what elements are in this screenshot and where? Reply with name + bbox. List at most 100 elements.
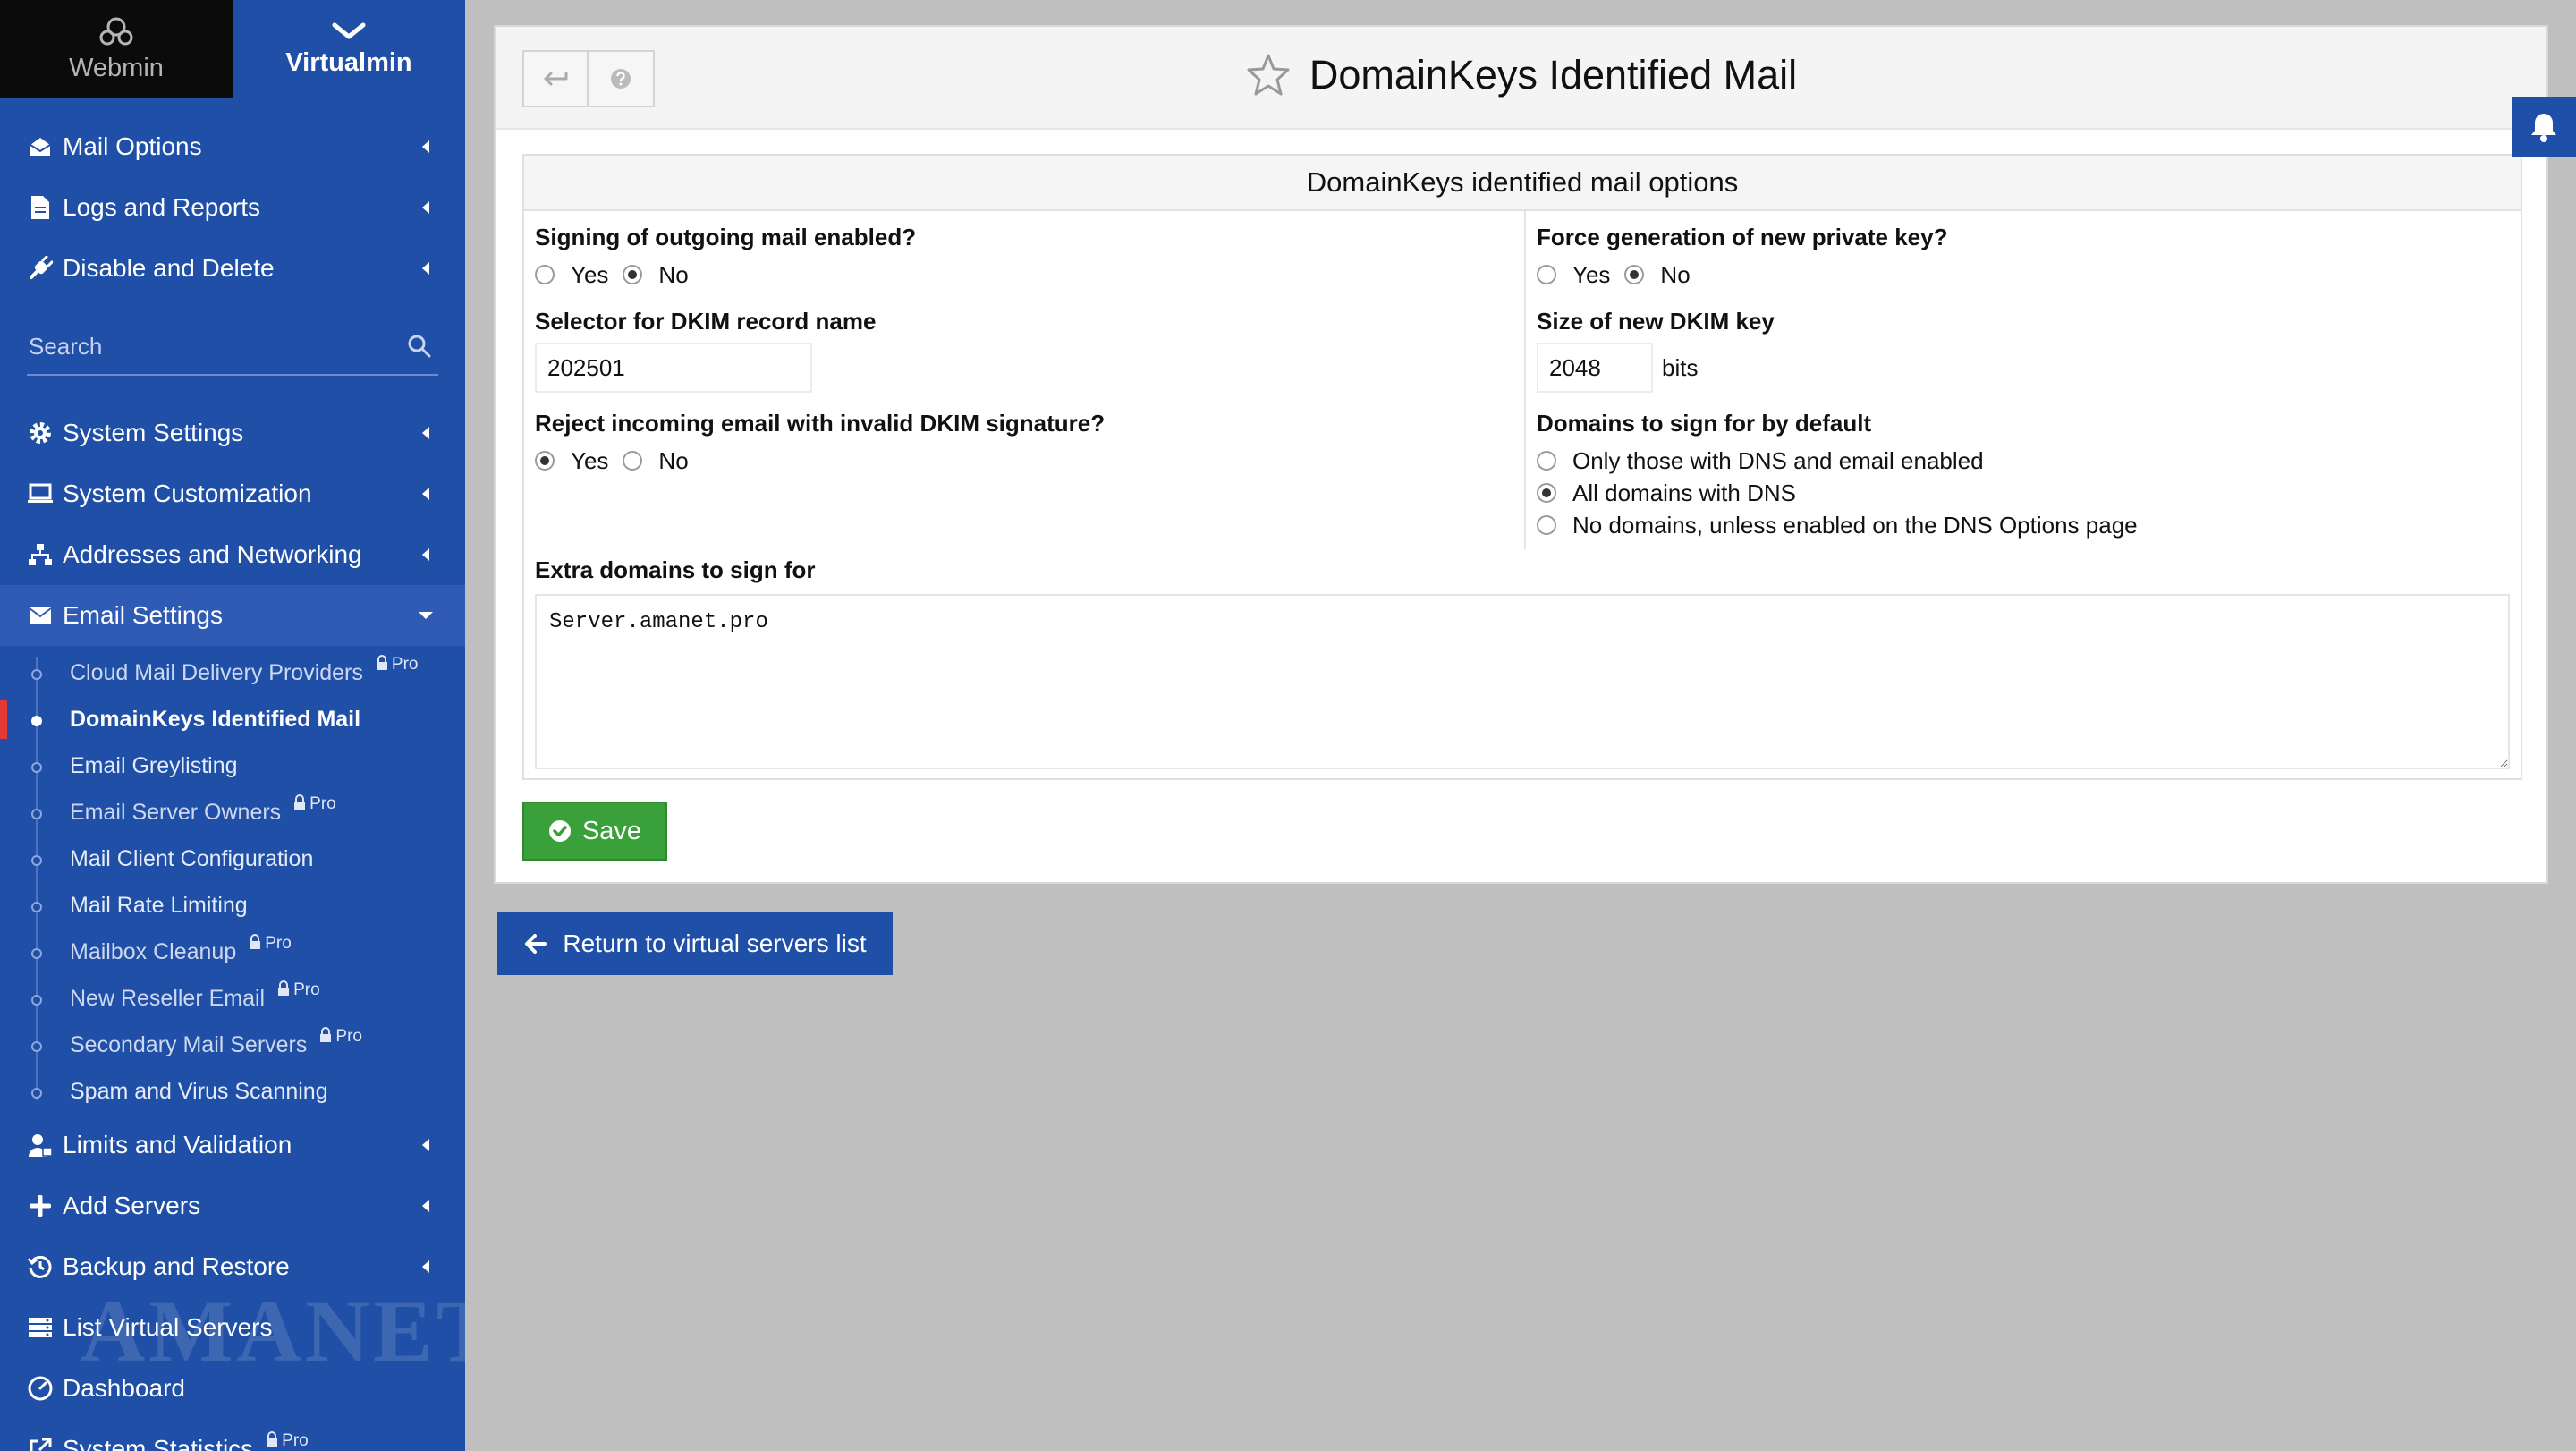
network-icon (27, 541, 54, 568)
nav-system-statistics[interactable]: System Statistics Pro (0, 1419, 465, 1451)
force-key-no-option[interactable]: No (1624, 261, 1690, 289)
signing-no-option[interactable]: No (623, 260, 689, 289)
sidebar-item-spam-and-virus-scanning[interactable]: Spam and Virus Scanning (0, 1068, 465, 1115)
envelope-icon (27, 602, 54, 629)
force-key-radio-group: Yes No (1537, 259, 1947, 291)
radio-button[interactable] (535, 265, 555, 284)
reject-no-option[interactable]: No (623, 447, 689, 475)
sidebar-item-label: Spam and Virus Scanning (70, 1078, 328, 1104)
email-settings-submenu: Cloud Mail Delivery Providers Pro Domain… (0, 646, 465, 1115)
nav-logs-and-reports[interactable]: Logs and Reports (0, 177, 465, 238)
save-button[interactable]: Save (522, 802, 667, 861)
nav-system-customization[interactable]: System Customization (0, 463, 465, 524)
sidebar-item-label: New Reseller Email (70, 985, 266, 1011)
bullet-icon (31, 716, 42, 726)
force-key-field: Force generation of new private key? Yes… (1537, 224, 1947, 291)
sidebar-item-mailbox-cleanup[interactable]: Mailbox Cleanup Pro (0, 929, 465, 975)
extra-domains-field: Extra domains to sign for (535, 556, 816, 591)
search-input[interactable] (27, 332, 438, 361)
radio-label: No (658, 260, 689, 288)
return-button-label: Return to virtual servers list (563, 929, 867, 957)
pro-badge: Pro (319, 1027, 362, 1047)
sidebar-item-secondary-mail-servers[interactable]: Secondary Mail Servers Pro (0, 1022, 465, 1068)
radio-button[interactable] (623, 265, 643, 284)
tab-webmin[interactable]: Webmin (0, 0, 233, 98)
default-domains-option-all-dns[interactable]: All domains with DNS (1537, 477, 2138, 509)
sidebar-item-label: Secondary Mail Servers (70, 1031, 308, 1057)
sidebar-item-email-greylisting[interactable]: Email Greylisting (0, 742, 465, 789)
notifications-button[interactable] (2512, 97, 2576, 157)
key-size-input[interactable] (1537, 343, 1653, 393)
key-size-field: Size of new DKIM key bits (1537, 308, 1775, 393)
sidebar-item-domainkeys-identified-mail[interactable]: DomainKeys Identified Mail (0, 696, 465, 742)
nav-list-virtual-servers-label: List Virtual Servers (63, 1313, 273, 1341)
radio-label: No domains, unless enabled on the DNS Op… (1572, 511, 2138, 539)
sidebar-item-new-reseller-email[interactable]: New Reseller Email Pro (0, 975, 465, 1022)
dashboard-icon (27, 1375, 54, 1402)
nav-dashboard[interactable]: Dashboard (0, 1358, 465, 1419)
caret-left-icon (422, 488, 429, 500)
sidebar-item-email-server-owners[interactable]: Email Server Owners Pro (0, 789, 465, 836)
default-domains-option-dns-email[interactable]: Only those with DNS and email enabled (1537, 445, 2138, 477)
sidebar-item-mail-client-configuration[interactable]: Mail Client Configuration (0, 836, 465, 882)
caret-left-icon (422, 427, 429, 439)
pro-badge-label: Pro (309, 794, 336, 813)
nav-list-virtual-servers[interactable]: List Virtual Servers (0, 1297, 465, 1358)
bullet-icon (31, 669, 42, 680)
chevron-down-icon (332, 22, 366, 38)
radio-label: Yes (1572, 260, 1611, 288)
force-key-yes-option[interactable]: Yes (1537, 261, 1610, 289)
default-domains-label: Domains to sign for by default (1537, 410, 1872, 437)
selector-input[interactable] (535, 343, 812, 393)
star-icon[interactable] (1245, 53, 1292, 98)
bell-icon (2531, 114, 2556, 142)
nav-backup-and-restore[interactable]: Backup and Restore (0, 1236, 465, 1297)
caret-left-icon (422, 262, 429, 275)
column-divider (1524, 211, 1526, 549)
radio-button[interactable] (535, 451, 555, 471)
signing-label: Signing of outgoing mail enabled? (535, 224, 917, 250)
nav-add-servers-label: Add Servers (63, 1192, 201, 1219)
caret-left-icon (422, 201, 429, 214)
nav-disable-and-delete[interactable]: Disable and Delete (0, 238, 465, 299)
radio-button[interactable] (1537, 451, 1556, 471)
caret-left-icon (422, 140, 429, 153)
sidebar-item-label: Mail Rate Limiting (70, 892, 248, 918)
search-icon[interactable] (408, 335, 431, 358)
nav-backup-and-restore-label: Backup and Restore (63, 1252, 290, 1280)
return-to-virtual-servers-button[interactable]: Return to virtual servers list (497, 912, 893, 975)
radio-button[interactable] (1537, 483, 1556, 503)
default-domains-option-none[interactable]: No domains, unless enabled on the DNS Op… (1537, 509, 2138, 541)
radio-button[interactable] (623, 451, 643, 471)
bullet-icon (31, 902, 42, 912)
sidebar-item-cloud-mail-delivery-providers[interactable]: Cloud Mail Delivery Providers Pro (0, 649, 465, 696)
sidebar-search (27, 318, 438, 376)
nav-addresses-and-networking[interactable]: Addresses and Networking (0, 524, 465, 585)
sidebar-item-label: Cloud Mail Delivery Providers (70, 659, 363, 685)
bullet-icon (31, 809, 42, 819)
signing-yes-option[interactable]: Yes (535, 261, 608, 289)
sidebar-item-mail-rate-limiting[interactable]: Mail Rate Limiting (0, 882, 465, 929)
extra-domains-textarea[interactable]: Server.amanet.pro (535, 594, 2510, 769)
nav-system-settings[interactable]: System Settings (0, 403, 465, 463)
nav-add-servers[interactable]: Add Servers (0, 1175, 465, 1236)
reject-yes-option[interactable]: Yes (535, 447, 608, 475)
radio-button[interactable] (1537, 265, 1556, 284)
sidebar: Webmin Virtualmin Mail Options Logs and … (0, 0, 465, 1451)
nav-mail-options[interactable]: Mail Options (0, 116, 465, 177)
nav-logs-and-reports-label: Logs and Reports (63, 193, 261, 221)
nav-email-settings[interactable]: Email Settings (0, 585, 465, 646)
radio-button[interactable] (1624, 265, 1645, 284)
bullet-icon (31, 995, 42, 1006)
sidebar-item-label: DomainKeys Identified Mail (70, 706, 361, 732)
tab-virtualmin[interactable]: Virtualmin (233, 0, 465, 98)
nav-limits-and-validation[interactable]: Limits and Validation (0, 1115, 465, 1175)
tab-webmin-label: Webmin (69, 53, 164, 82)
dkim-options-panel: DomainKeys identified mail options Signi… (522, 154, 2522, 780)
nav-system-settings-label: System Settings (63, 419, 244, 446)
pro-badge: Pro (293, 794, 336, 814)
radio-button[interactable] (1537, 515, 1556, 535)
bullet-icon (31, 1041, 42, 1052)
caret-left-icon (422, 548, 429, 561)
reject-label: Reject incoming email with invalid DKIM … (535, 410, 1106, 437)
